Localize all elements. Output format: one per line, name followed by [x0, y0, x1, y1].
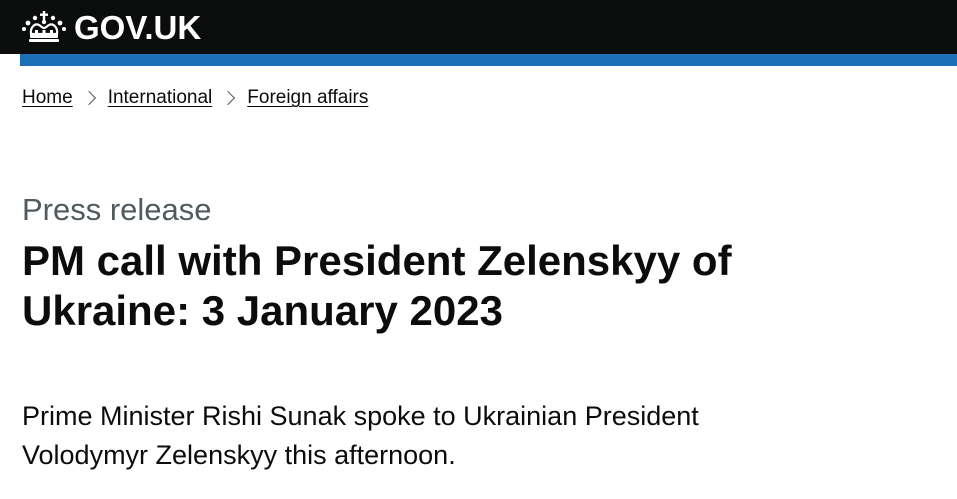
document-type-caption: Press release [22, 192, 212, 227]
chevron-right-icon [81, 90, 96, 106]
chevron-right-icon [221, 90, 236, 106]
page-lede: Prime Minister Rishi Sunak spoke to Ukra… [22, 401, 699, 470]
crown-icon [22, 11, 66, 42]
govuk-home-link[interactable]: GOV.UK [20, 0, 201, 54]
site-header: GOV.UK [0, 0, 957, 54]
logo-text: GOV.UK [74, 8, 202, 46]
breadcrumb: Home International Foreign affairs [22, 86, 368, 110]
breadcrumb-item-home[interactable]: Home [22, 86, 73, 110]
header-accent-bar [20, 54, 957, 66]
breadcrumb-item-foreign-affairs[interactable]: Foreign affairs [247, 86, 368, 110]
page-title: PM call with President Zelenskyy of Ukra… [22, 237, 732, 334]
breadcrumb-item-international[interactable]: International [108, 86, 213, 110]
